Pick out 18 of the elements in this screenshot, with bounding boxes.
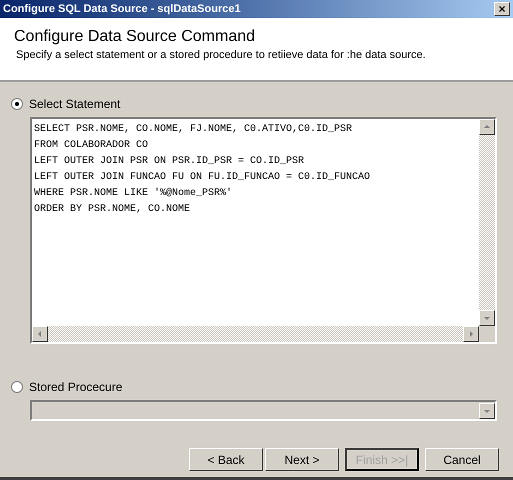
wizard-button[interactable]: Next > — [265, 448, 339, 471]
scroll-left-button[interactable] — [32, 326, 48, 342]
scrollbar-corner — [479, 326, 495, 342]
close-button[interactable]: × — [494, 2, 510, 16]
scroll-right-button[interactable] — [463, 326, 479, 342]
wizard-button[interactable]: Cancel — [425, 448, 499, 471]
page-heading: Configure Data Source Command — [14, 27, 256, 47]
scroll-up-button[interactable] — [479, 119, 495, 135]
vertical-scrollbar[interactable] — [479, 119, 495, 326]
radio-label: Stored Procecure — [29, 379, 122, 396]
radio-button[interactable] — [11, 98, 23, 110]
radio-label: Select Statement — [29, 96, 120, 113]
wizard-button[interactable]: < Back — [189, 448, 263, 471]
window-title: Configure SQL Data Source - sqlDataSource1 — [3, 2, 241, 17]
horizontal-scrollbar[interactable] — [32, 326, 479, 342]
scroll-down-button[interactable] — [479, 310, 495, 326]
sql-editor-field[interactable]: SELECT PSR.NOME, CO.NOME, FJ.NOME, C0.ATIVO,C0.ID_PSR FROM COLABORADOR CO LEFT OUTER JOIN PSR ON PSR.ID_PSR = CO.ID_PSR LEFT OUTER JOIN FUNCAO FU ON FU.ID_FUNCAO = C0.ID_FUNCAO WHERE PSR.NOME LIKE '%@Nome_PSR%' ORDER BY PSR.NOME, CO.NOME — [30, 117, 497, 344]
page-description: Specify a select statement or a stored procedure to retiieve data for :he data source. — [15, 48, 427, 63]
